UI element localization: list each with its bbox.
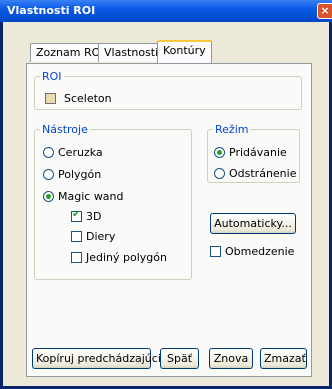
checkbox-single-polygon[interactable]: Jediný polygón [71,251,167,264]
copy-previous-button[interactable]: Kopíruj predchádzajúci [32,348,161,369]
radio-pencil[interactable]: Ceruzka [43,146,103,159]
checkbox-label: Obmedzenie [225,245,295,258]
title-bar[interactable]: Vlastnosti ROI × [0,0,332,22]
checkbox-label: 3D [86,210,102,223]
radio-circle-icon[interactable] [43,147,54,158]
radio-label: Ceruzka [58,146,103,159]
radio-label: Magic wand [58,190,124,203]
checkbox-icon[interactable] [71,231,82,242]
radio-magic-wand[interactable]: Magic wand [43,190,124,203]
radio-label: Pridávanie [229,146,287,159]
radio-polygon[interactable]: Polygón [43,168,101,181]
automatic-button[interactable]: Automaticky... [210,213,296,234]
mode-group-legend: Režim [215,123,249,136]
undo-button[interactable]: Späť [160,348,199,369]
tools-group-legend: Nástroje [42,123,88,136]
radio-circle-icon[interactable] [43,191,54,202]
tab-properties[interactable]: Vlastnosti [98,43,165,62]
close-button[interactable]: × [317,3,332,19]
radio-label: Polygón [58,168,102,181]
checkbox-label: Jediný polygón [86,251,167,264]
roi-item: Sceleton [45,92,112,105]
tools-group: Nástroje Ceruzka Polygón Magic wand 3D D… [34,123,192,280]
checkbox-3d[interactable]: 3D [71,209,102,223]
mode-group: Režim Pridávanie Odstránenie [207,123,300,183]
window-title: Vlastnosti ROI [7,4,96,17]
roi-name: Sceleton [64,92,112,105]
checkbox-icon[interactable] [71,252,82,263]
checkbox-limit[interactable]: Obmedzenie [210,245,294,258]
roi-group: ROI Sceleton [34,70,302,110]
window-client-area: Zoznam ROI Vlastnosti Kontúry ROI Scelet… [3,22,329,386]
checkbox-label: Diery [86,230,116,243]
checkbox-icon[interactable] [71,209,82,222]
checkbox-icon[interactable] [210,246,221,257]
delete-button[interactable]: Zmazať [260,348,307,369]
checkbox-holes[interactable]: Diery [71,230,115,243]
roi-color-swatch [45,93,56,104]
radio-circle-icon[interactable] [43,169,54,180]
contours-panel: ROI Sceleton Nástroje Ceruzka Polygón Ma… [26,63,312,377]
radio-circle-icon[interactable] [214,168,225,179]
roi-group-legend: ROI [42,70,62,83]
radio-adding[interactable]: Pridávanie [214,146,287,159]
radio-circle-icon[interactable] [214,147,225,158]
radio-removing[interactable]: Odstránenie [214,167,296,180]
redo-button[interactable]: Znova [209,348,253,369]
tab-contours[interactable]: Kontúry [157,40,212,63]
radio-label: Odstránenie [229,167,297,180]
roi-properties-window: Vlastnosti ROI × Zoznam ROI Vlastnosti K… [0,0,332,389]
